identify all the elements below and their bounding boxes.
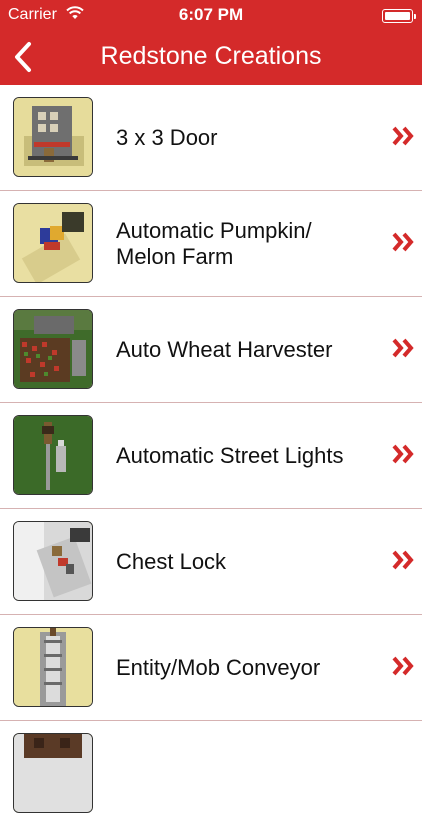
list-item[interactable]: 3 x 3 Door (0, 85, 422, 191)
list-item-label: 3 x 3 Door (116, 85, 362, 190)
list-item[interactable] (0, 721, 422, 826)
list-item-label: Entity/Mob Conveyor (116, 615, 362, 720)
chest-lock-thumbnail (13, 521, 93, 601)
street-lights-thumbnail (13, 415, 93, 495)
double-chevron-right-icon (392, 126, 414, 146)
list-item[interactable]: Auto Wheat Harvester (0, 297, 422, 403)
list-item-label (116, 721, 362, 826)
list-item[interactable]: Automatic Street Lights (0, 403, 422, 509)
wheat-harvester-thumbnail (13, 309, 93, 389)
list-item-text: Automatic Pumpkin/ Melon Farm (116, 217, 312, 269)
list-item-label: Chest Lock (116, 509, 362, 614)
double-chevron-right-icon (392, 656, 414, 676)
list-item-text: Automatic Street Lights (116, 442, 344, 468)
partial-item-thumbnail (13, 733, 93, 813)
double-chevron-right-icon (392, 550, 414, 570)
list-item[interactable]: Automatic Pumpkin/ Melon Farm (0, 191, 422, 297)
battery-tip (414, 14, 416, 19)
list-item-label: Auto Wheat Harvester (116, 297, 362, 402)
double-chevron-right-icon (392, 232, 414, 252)
battery-icon (382, 9, 416, 23)
list-item-text: 3 x 3 Door (116, 124, 218, 150)
list-item-text: Entity/Mob Conveyor (116, 654, 321, 680)
mob-conveyor-thumbnail (13, 627, 93, 707)
list-item-text: Chest Lock (116, 548, 227, 574)
list-item[interactable]: Chest Lock (0, 509, 422, 615)
pumpkin-melon-farm-thumbnail (13, 203, 93, 283)
clock: 6:07 PM (178, 5, 244, 24)
page-title: Redstone Creations (100, 42, 322, 70)
battery-fill (385, 12, 410, 20)
list-item-label: Automatic Street Lights (116, 403, 362, 508)
list-item[interactable]: Entity/Mob Conveyor (0, 615, 422, 721)
creations-list: 3 x 3 Door Automatic Pumpkin/ Melon Farm (0, 85, 422, 826)
list-item-text: Auto Wheat Harvester (116, 336, 333, 362)
status-bar: Carrier 6:07 PM (0, 0, 422, 30)
double-chevron-right-icon (392, 444, 414, 464)
navigation-bar: Redstone Creations (0, 30, 422, 85)
list-item-label: Automatic Pumpkin/ Melon Farm (116, 191, 362, 296)
double-chevron-right-icon (392, 338, 414, 358)
3x3-door-thumbnail (13, 97, 93, 177)
